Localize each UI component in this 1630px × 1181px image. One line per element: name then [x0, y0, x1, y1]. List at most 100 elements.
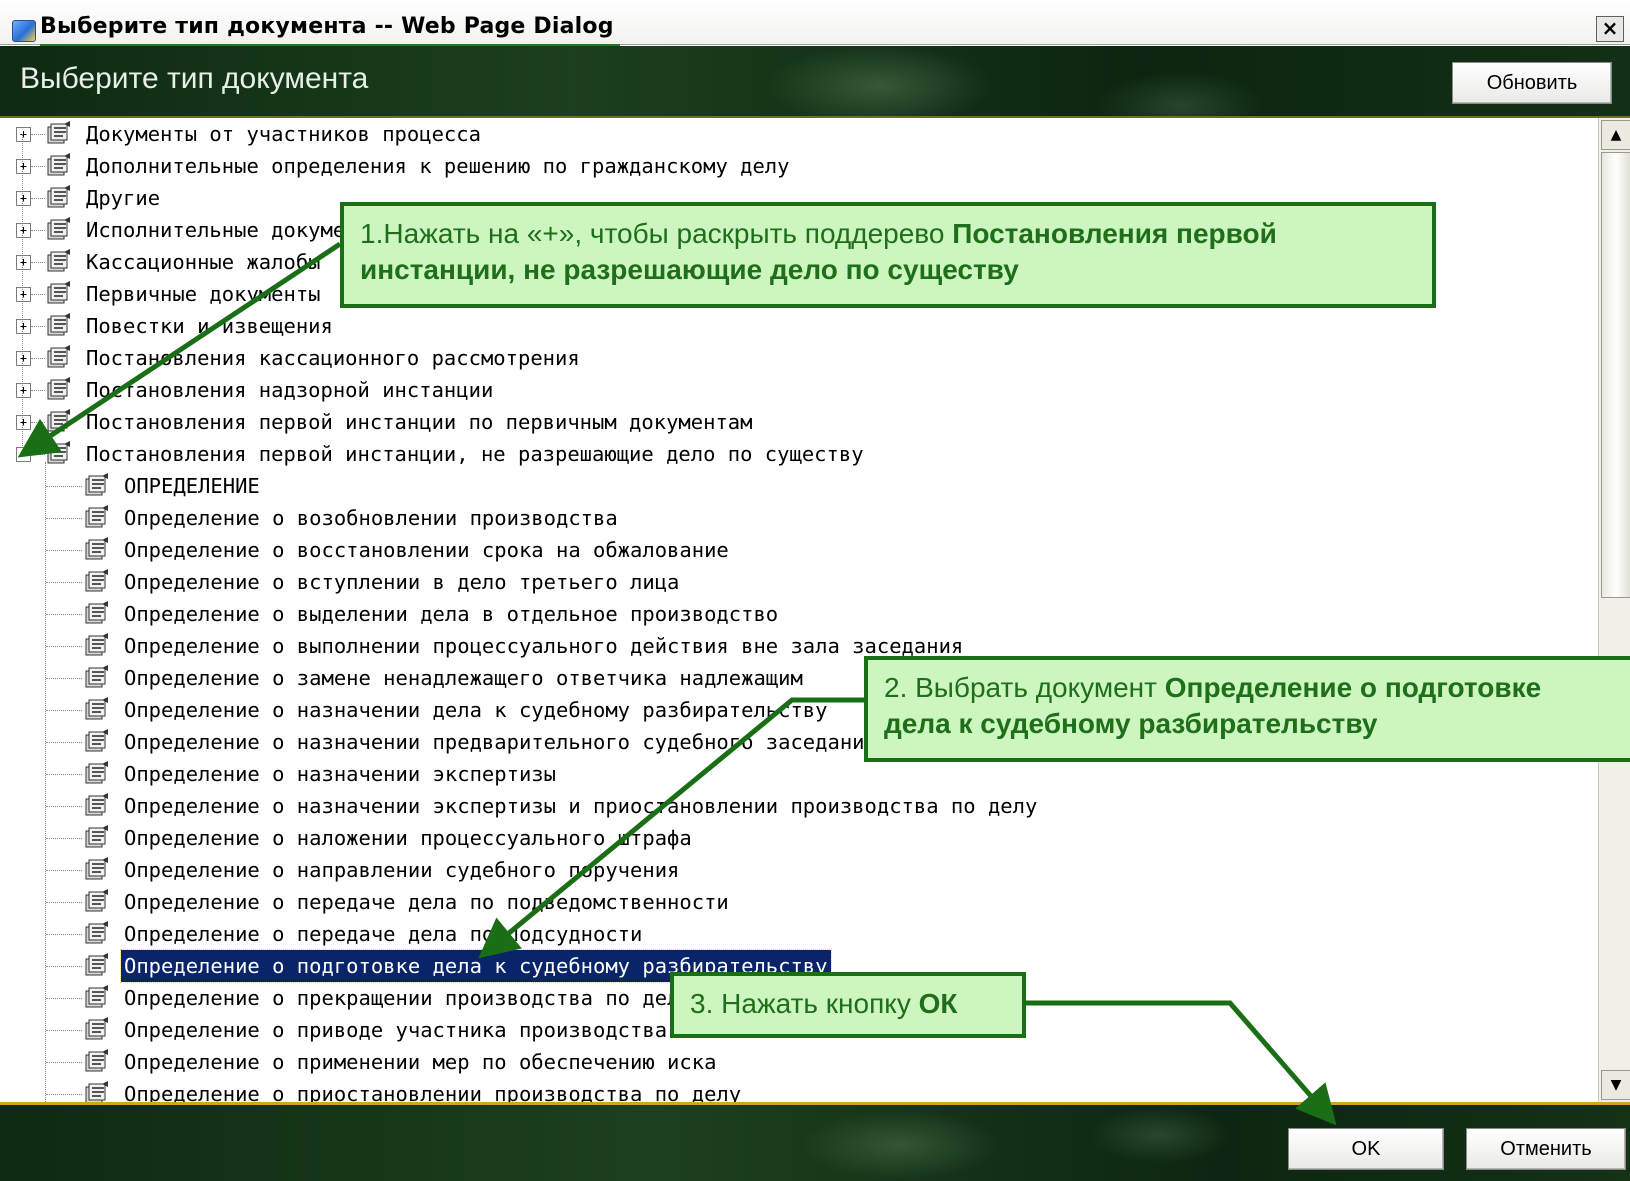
tree-item[interactable]: Определение о передаче дела по подведомс… — [0, 886, 1598, 918]
tree-node[interactable]: + Повестки и извещения — [0, 310, 1598, 342]
callout-3-bold: ОК — [918, 988, 958, 1019]
document-type-icon — [84, 825, 110, 849]
tree-connector — [46, 870, 82, 871]
tree-item[interactable]: Определение о передаче дела по подсуднос… — [0, 918, 1598, 950]
tree-item-label: Определение о выделении дела в отдельное… — [124, 602, 779, 626]
tree-item[interactable]: Определение о восстановлении срока на об… — [0, 534, 1598, 566]
tree-item-label: Исполнительные документы — [86, 218, 383, 242]
document-type-icon — [84, 921, 110, 945]
tree-connector — [31, 134, 45, 135]
ie-window-icon — [12, 20, 36, 42]
tree-item-label: Определение о назначении дела к судебном… — [124, 698, 828, 722]
tree-item-label: Определение о возобновлении производства — [124, 506, 618, 530]
tree-connector — [31, 262, 45, 263]
ok-button[interactable]: OK — [1288, 1128, 1444, 1170]
document-type-icon — [84, 633, 110, 657]
refresh-button[interactable]: Обновить — [1452, 62, 1612, 104]
document-type-icon — [84, 537, 110, 561]
document-type-icon — [46, 121, 72, 145]
tree-item[interactable]: Определение о возобновлении производства — [0, 502, 1598, 534]
expand-toggle-icon[interactable]: + — [16, 159, 31, 174]
document-type-icon — [46, 409, 72, 433]
tree-item-label: Другие — [86, 186, 161, 210]
cancel-button[interactable]: Отменить — [1466, 1128, 1626, 1170]
document-type-icon — [46, 217, 72, 241]
document-type-icon — [84, 793, 110, 817]
document-type-icon — [84, 665, 110, 689]
document-type-icon — [46, 313, 72, 337]
tree-connector — [46, 710, 82, 711]
tree-item[interactable]: Определение о наложении процессуального … — [0, 822, 1598, 854]
tree-item[interactable]: Определение о вступлении в дело третьего… — [0, 566, 1598, 598]
document-type-icon — [84, 985, 110, 1009]
document-type-icon — [84, 697, 110, 721]
tree-connector — [46, 1062, 82, 1063]
expand-toggle-icon[interactable]: + — [16, 287, 31, 302]
tree-item-label: Повестки и извещения — [86, 314, 333, 338]
tree-connector — [46, 998, 82, 999]
tree-connector — [31, 422, 45, 423]
tree-connector — [31, 294, 45, 295]
document-type-icon — [46, 345, 72, 369]
callout-1-bold-b: инстанции, не разрешающие дело по сущест… — [360, 254, 1019, 285]
tree-connector — [31, 390, 45, 391]
collapse-toggle-icon[interactable]: − — [16, 447, 31, 462]
tree-item[interactable]: Определение о назначении экспертизы и пр… — [0, 790, 1598, 822]
expand-toggle-icon[interactable]: + — [16, 351, 31, 366]
tree-node-expanded[interactable]: − Постановления первой инстанции, не разр… — [0, 438, 1598, 470]
tree-item[interactable]: Определение о выделении дела в отдельное… — [0, 598, 1598, 630]
tree-item-label: Определение о приостановлении производст… — [124, 1082, 742, 1102]
tree-node[interactable]: + Дополнительные определения к решению по… — [0, 150, 1598, 182]
document-type-icon — [46, 249, 72, 273]
scroll-up-icon[interactable]: ▲ — [1601, 120, 1630, 150]
tree-item[interactable]: Определение о назначении экспертизы — [0, 758, 1598, 790]
tree-item-label: Постановления надзорной инстанции — [86, 378, 494, 402]
callout-1-bold-a: Постановления первой — [952, 218, 1277, 249]
tree-item[interactable]: Определение о применении мер по обеспече… — [0, 1046, 1598, 1078]
tree-connector — [46, 902, 82, 903]
document-type-icon — [46, 377, 72, 401]
tree-connector — [46, 1094, 82, 1095]
document-type-icon — [84, 601, 110, 625]
expand-toggle-icon[interactable]: + — [16, 255, 31, 270]
tree-connector — [31, 454, 45, 455]
scroll-down-icon[interactable]: ▼ — [1601, 1070, 1630, 1100]
tree-item-label: Определение о передаче дела по подсуднос… — [124, 922, 643, 946]
expand-toggle-icon[interactable]: + — [16, 383, 31, 398]
tree-item-label: Определение о приводе участника производ… — [124, 1018, 668, 1042]
tree-item-label: Дополнительные определения к решению по … — [86, 154, 790, 178]
tree-item-label: Кассационные жалобы — [86, 250, 321, 274]
window-title: Выберите тип документа -- Web Page Dialo… — [40, 14, 614, 39]
document-type-icon — [84, 889, 110, 913]
document-type-icon — [46, 153, 72, 177]
tree-item-label: Определение о восстановлении срока на об… — [124, 538, 729, 562]
document-type-icon — [84, 857, 110, 881]
expand-toggle-icon[interactable]: + — [16, 127, 31, 142]
expand-toggle-icon[interactable]: + — [16, 223, 31, 238]
expand-toggle-icon[interactable]: + — [16, 319, 31, 334]
vertical-scrollbar[interactable]: ▲ ▼ — [1598, 118, 1630, 1102]
tree-connector — [46, 550, 82, 551]
tree-item-label: Определение о назначении предварительног… — [124, 730, 877, 754]
tree-node[interactable]: + Постановления надзорной инстанции — [0, 374, 1598, 406]
tree-item[interactable]: ОПРЕДЕЛЕНИЕ — [0, 470, 1598, 502]
document-type-icon — [46, 441, 72, 465]
scroll-thumb[interactable] — [1601, 152, 1630, 598]
tree-node[interactable]: + Постановления кассационного рассмотрени… — [0, 342, 1598, 374]
callout-step-2: 2. Выбрать документ Определение о подгот… — [864, 656, 1630, 762]
tree-connector — [46, 806, 82, 807]
document-type-icon — [84, 1017, 110, 1041]
tree-node[interactable]: + Постановления первой инстанции по перви… — [0, 406, 1598, 438]
expand-toggle-icon[interactable]: + — [16, 415, 31, 430]
tree-item[interactable]: Определение о направлении судебного пору… — [0, 854, 1598, 886]
tree-item-label: Постановления первой инстанции по первич… — [86, 410, 753, 434]
tree-connector — [46, 486, 82, 487]
tree-item[interactable]: Определение о приостановлении производст… — [0, 1078, 1598, 1102]
tree-connector — [31, 230, 45, 231]
tree-node[interactable]: + Документы от участников процесса — [0, 118, 1598, 150]
close-button[interactable]: × — [1596, 16, 1624, 42]
expand-toggle-icon[interactable]: + — [16, 191, 31, 206]
tree-connector — [31, 358, 45, 359]
tree-connector — [46, 678, 82, 679]
tree-item-label: Определение о направлении судебного пору… — [124, 858, 680, 882]
